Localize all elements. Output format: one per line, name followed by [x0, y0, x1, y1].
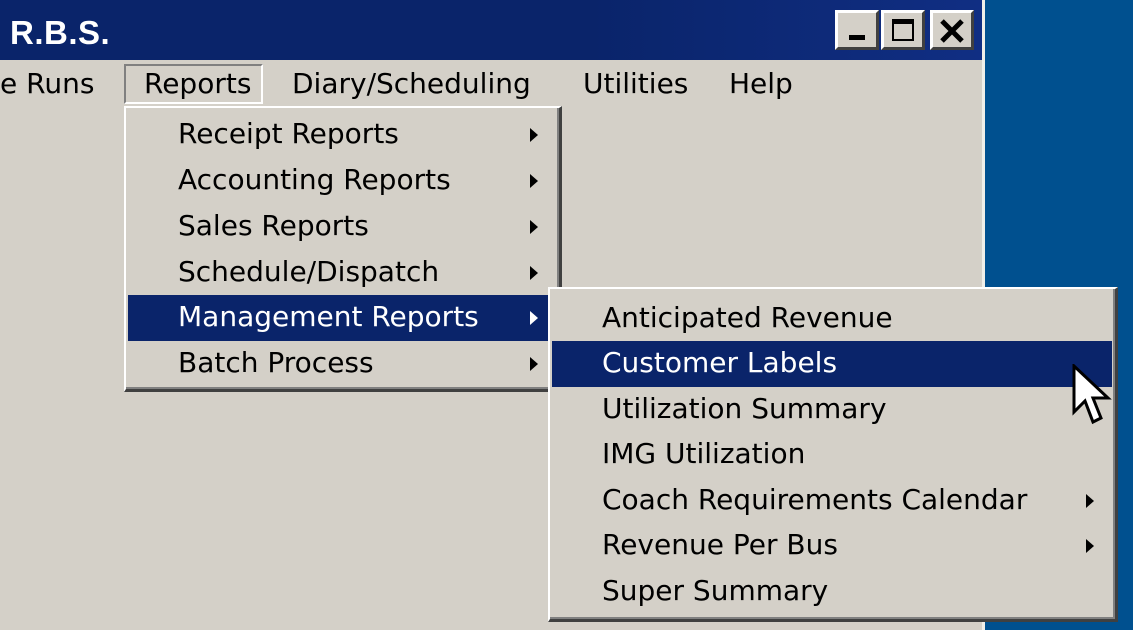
management-reports-submenu: Anticipated Revenue Customer Labels Util…: [548, 287, 1118, 622]
menu-item-utilization-summary[interactable]: Utilization Summary: [552, 387, 1112, 433]
submenu-arrow-icon: [1086, 539, 1094, 553]
maximize-button[interactable]: [881, 10, 925, 50]
menu-item-label: IMG Utilization: [602, 437, 806, 470]
menu-item-label: Accounting Reports: [178, 163, 451, 196]
menu-item-label: Receipt Reports: [178, 117, 399, 150]
submenu-arrow-icon: [530, 174, 538, 188]
menu-utilities[interactable]: Utilities: [583, 66, 688, 102]
submenu-arrow-icon: [1086, 494, 1094, 508]
submenu-arrow-icon: [530, 128, 538, 142]
menu-item-label: Utilization Summary: [602, 392, 887, 425]
title-bar[interactable]: R.B.S.: [0, 0, 982, 60]
menu-item-revenue-per-bus[interactable]: Revenue Per Bus: [552, 523, 1112, 569]
menu-item-coach-requirements-calendar[interactable]: Coach Requirements Calendar: [552, 478, 1112, 524]
submenu-arrow-icon: [530, 220, 538, 234]
menu-item-super-summary[interactable]: Super Summary: [552, 569, 1112, 615]
menu-item-accounting-reports[interactable]: Accounting Reports: [128, 158, 555, 204]
menu-item-receipt-reports[interactable]: Receipt Reports: [128, 112, 555, 158]
menu-runs[interactable]: e Runs: [0, 66, 94, 102]
menu-item-label: Sales Reports: [178, 209, 369, 242]
menu-item-label: Customer Labels: [602, 346, 838, 379]
menu-reports[interactable]: Reports: [124, 64, 264, 104]
menu-item-management-reports[interactable]: Management Reports: [128, 295, 555, 341]
reports-dropdown: Receipt Reports Accounting Reports Sales…: [124, 106, 562, 392]
close-button[interactable]: [930, 10, 974, 50]
menu-item-label: Batch Process: [178, 346, 374, 379]
menu-item-batch-process[interactable]: Batch Process: [128, 341, 555, 387]
menu-item-label: Revenue Per Bus: [602, 528, 838, 561]
minimize-button[interactable]: [835, 10, 879, 50]
maximize-icon: [892, 19, 914, 41]
menu-item-schedule-dispatch[interactable]: Schedule/Dispatch: [128, 250, 555, 296]
menu-help[interactable]: Help: [729, 66, 793, 102]
menu-item-label: Management Reports: [178, 300, 479, 333]
menu-item-sales-reports[interactable]: Sales Reports: [128, 204, 555, 250]
window-title: R.B.S.: [10, 14, 111, 51]
mouse-pointer-icon: [1072, 364, 1112, 425]
menu-item-img-utilization[interactable]: IMG Utilization: [552, 432, 1112, 478]
submenu-arrow-icon: [530, 357, 538, 371]
menu-diary-scheduling[interactable]: Diary/Scheduling: [292, 66, 531, 102]
menu-bar: e Runs Reports Diary/Scheduling Utilitie…: [0, 60, 982, 106]
menu-item-anticipated-revenue[interactable]: Anticipated Revenue: [552, 296, 1112, 342]
minimize-icon: [849, 35, 865, 40]
menu-item-label: Coach Requirements Calendar: [602, 483, 1028, 516]
menu-item-label: Super Summary: [602, 574, 829, 607]
menu-item-customer-labels[interactable]: Customer Labels: [552, 341, 1112, 387]
menu-item-label: Schedule/Dispatch: [178, 255, 440, 288]
submenu-arrow-icon: [530, 311, 538, 325]
close-icon: [940, 19, 964, 43]
menu-item-label: Anticipated Revenue: [602, 301, 893, 334]
submenu-arrow-icon: [530, 266, 538, 280]
